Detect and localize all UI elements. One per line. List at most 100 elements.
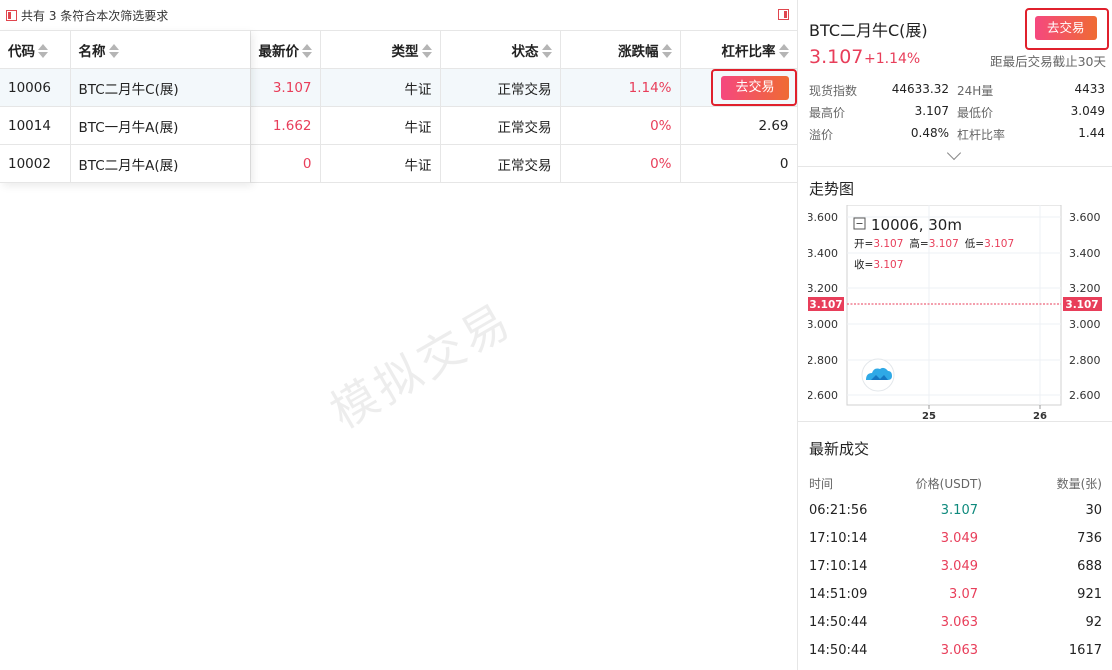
x-tick-label: 25 xyxy=(922,411,936,420)
trade-time: 14:51:09 xyxy=(809,587,868,602)
cell-type: 牛证 xyxy=(320,68,441,107)
col-header-status[interactable]: 状态 xyxy=(440,30,561,69)
trades-header: 时间 价格(USDT) 数量(张) xyxy=(809,475,1102,503)
y-tick-label: 3.400 xyxy=(808,247,838,260)
header-qty: 数量(张) xyxy=(1056,477,1102,491)
y-tick-label: 3.000 xyxy=(808,318,838,331)
col-header-name[interactable]: 名称 xyxy=(70,30,251,69)
stat-row: 溢价 0.48% 杠杆比率 1.44 xyxy=(809,126,1105,148)
trade-time: 17:10:14 xyxy=(809,531,868,546)
cell-status: 正常交易 xyxy=(440,144,561,183)
highlight-box xyxy=(1025,8,1109,50)
cell-code: 10014 xyxy=(0,106,71,145)
header-price: 价格(USDT) xyxy=(915,477,982,491)
y-tick-label-right: 3.600 xyxy=(1069,211,1101,224)
cell-name: BTC二月牛C(展) xyxy=(70,68,251,107)
trade-row: 14:50:44 3.063 92 xyxy=(809,615,1102,643)
sort-icon[interactable] xyxy=(108,43,119,58)
divider xyxy=(798,166,1112,167)
y-tick-label: 2.600 xyxy=(808,389,838,402)
y-tick-label: 3.200 xyxy=(808,282,838,295)
highlight-box xyxy=(711,69,797,106)
cell-status: 正常交易 xyxy=(440,106,561,145)
cell-name: BTC二月牛A(展) xyxy=(70,144,251,183)
sort-icon[interactable] xyxy=(421,43,432,58)
col-header-type[interactable]: 类型 xyxy=(320,30,441,69)
stat-label: 杠杆比率 xyxy=(957,128,1006,142)
contract-detail-panel: BTC二月牛C(展) 去交易 3.107 +1.14% 距最后交易截止30天 现… xyxy=(797,0,1112,670)
header-time: 时间 xyxy=(809,477,834,491)
cell-type: 牛证 xyxy=(320,106,441,145)
table-row[interactable]: 10014 BTC一月牛A(展) 1.662 牛证 正常交易 0% 2.69 xyxy=(0,106,798,145)
trade-qty: 30 xyxy=(1085,503,1102,518)
cell-change: 0% xyxy=(560,144,681,183)
trade-price: 3.107 xyxy=(940,503,978,518)
col-header-change[interactable]: 涨跌幅 xyxy=(560,30,681,69)
col-header-leverage[interactable]: 杠杆比率 xyxy=(680,30,798,69)
cell-name: BTC一月牛A(展) xyxy=(70,106,251,145)
stat-value: 0.48% xyxy=(910,126,949,140)
trade-qty: 736 xyxy=(1077,531,1102,546)
detail-change: +1.14% xyxy=(864,51,921,67)
y-tick-label-right: 2.600 xyxy=(1069,389,1101,402)
cell-change: 0% xyxy=(560,106,681,145)
detail-price: 3.107 xyxy=(809,46,864,68)
x-tick-label: 26 xyxy=(1033,411,1047,420)
y-tick-label-right: 3.200 xyxy=(1069,282,1101,295)
trade-time: 06:21:56 xyxy=(809,503,868,518)
y-tick-label-right: 2.800 xyxy=(1069,354,1101,367)
latest-trades-title: 最新成交 xyxy=(809,440,870,458)
stat-label: 溢价 xyxy=(809,128,834,142)
collapse-right-icon[interactable] xyxy=(778,9,789,20)
cell-leverage: 2.69 xyxy=(680,106,798,145)
cell-code: 10002 xyxy=(0,144,71,183)
stat-value: 3.107 xyxy=(914,104,949,118)
sort-icon[interactable] xyxy=(541,43,552,58)
cell-change: 1.14% xyxy=(560,68,681,107)
trend-title: 走势图 xyxy=(809,180,855,198)
detail-name: BTC二月牛C(展) xyxy=(809,21,928,40)
table-row[interactable]: 10006 BTC二月牛C(展) 3.107 牛证 正常交易 1.14% 去交易 xyxy=(0,68,798,107)
sort-icon[interactable] xyxy=(661,43,672,58)
stat-value: 1.44 xyxy=(1078,126,1105,140)
stat-value: 3.049 xyxy=(1070,104,1105,118)
table-header-row: 代码 名称 最新价 类型 状态 涨跌幅 杠杆比率 xyxy=(0,30,798,69)
cell-status: 正常交易 xyxy=(440,68,561,107)
chevron-down-icon[interactable] xyxy=(946,145,962,161)
cloud-logo-icon xyxy=(861,358,895,392)
trade-time: 14:50:44 xyxy=(809,615,868,630)
trade-qty: 1617 xyxy=(1068,643,1102,658)
filter-bar: 共有 3 条符合本次筛选要求 xyxy=(0,0,797,30)
detail-trade-wrap: 去交易 xyxy=(1025,8,1109,50)
y-tick-label: 2.800 xyxy=(808,354,838,367)
y-tick-label: 3.600 xyxy=(808,211,838,224)
price-tag-left-text: 3.107 xyxy=(809,299,842,311)
cell-price: 0 xyxy=(250,144,321,183)
trade-row: 17:10:14 3.049 736 xyxy=(809,531,1102,559)
col-header-price[interactable]: 最新价 xyxy=(250,30,321,69)
stat-label: 24H量 xyxy=(957,84,994,98)
trade-qty: 921 xyxy=(1077,587,1102,602)
price-tag-right-text: 3.107 xyxy=(1065,299,1098,311)
sort-icon[interactable] xyxy=(38,43,48,58)
sort-icon[interactable] xyxy=(778,43,789,58)
ohlc-line: 开=3.107 高=3.107 低=3.107 xyxy=(854,237,1014,250)
trend-chart[interactable]: 3.600 3.400 3.200 3.000 2.800 2.600 3.60… xyxy=(808,205,1102,420)
col-header-code[interactable]: 代码 xyxy=(0,30,71,69)
y-tick-label-right: 3.000 xyxy=(1069,318,1101,331)
latest-trades-list: 时间 价格(USDT) 数量(张) 06:21:56 3.107 30 17:1… xyxy=(809,475,1102,670)
sort-icon[interactable] xyxy=(302,43,312,58)
y-tick-label-right: 3.400 xyxy=(1069,247,1101,260)
table-row[interactable]: 10002 BTC二月牛A(展) 0 牛证 正常交易 0% 0 xyxy=(0,144,798,183)
trade-qty: 688 xyxy=(1077,559,1102,574)
stat-label: 最低价 xyxy=(957,106,994,120)
stat-row: 现货指数 44633.32 24H量 4433 xyxy=(809,82,1105,104)
collapse-left-icon[interactable] xyxy=(6,9,17,21)
cell-leverage: 0 xyxy=(680,144,798,183)
trade-qty: 92 xyxy=(1085,615,1102,630)
trade-price: 3.07 xyxy=(949,587,978,602)
cell-type: 牛证 xyxy=(320,144,441,183)
trade-price: 3.063 xyxy=(940,643,978,658)
trade-price: 3.063 xyxy=(940,615,978,630)
trade-row: 17:10:14 3.049 688 xyxy=(809,559,1102,587)
